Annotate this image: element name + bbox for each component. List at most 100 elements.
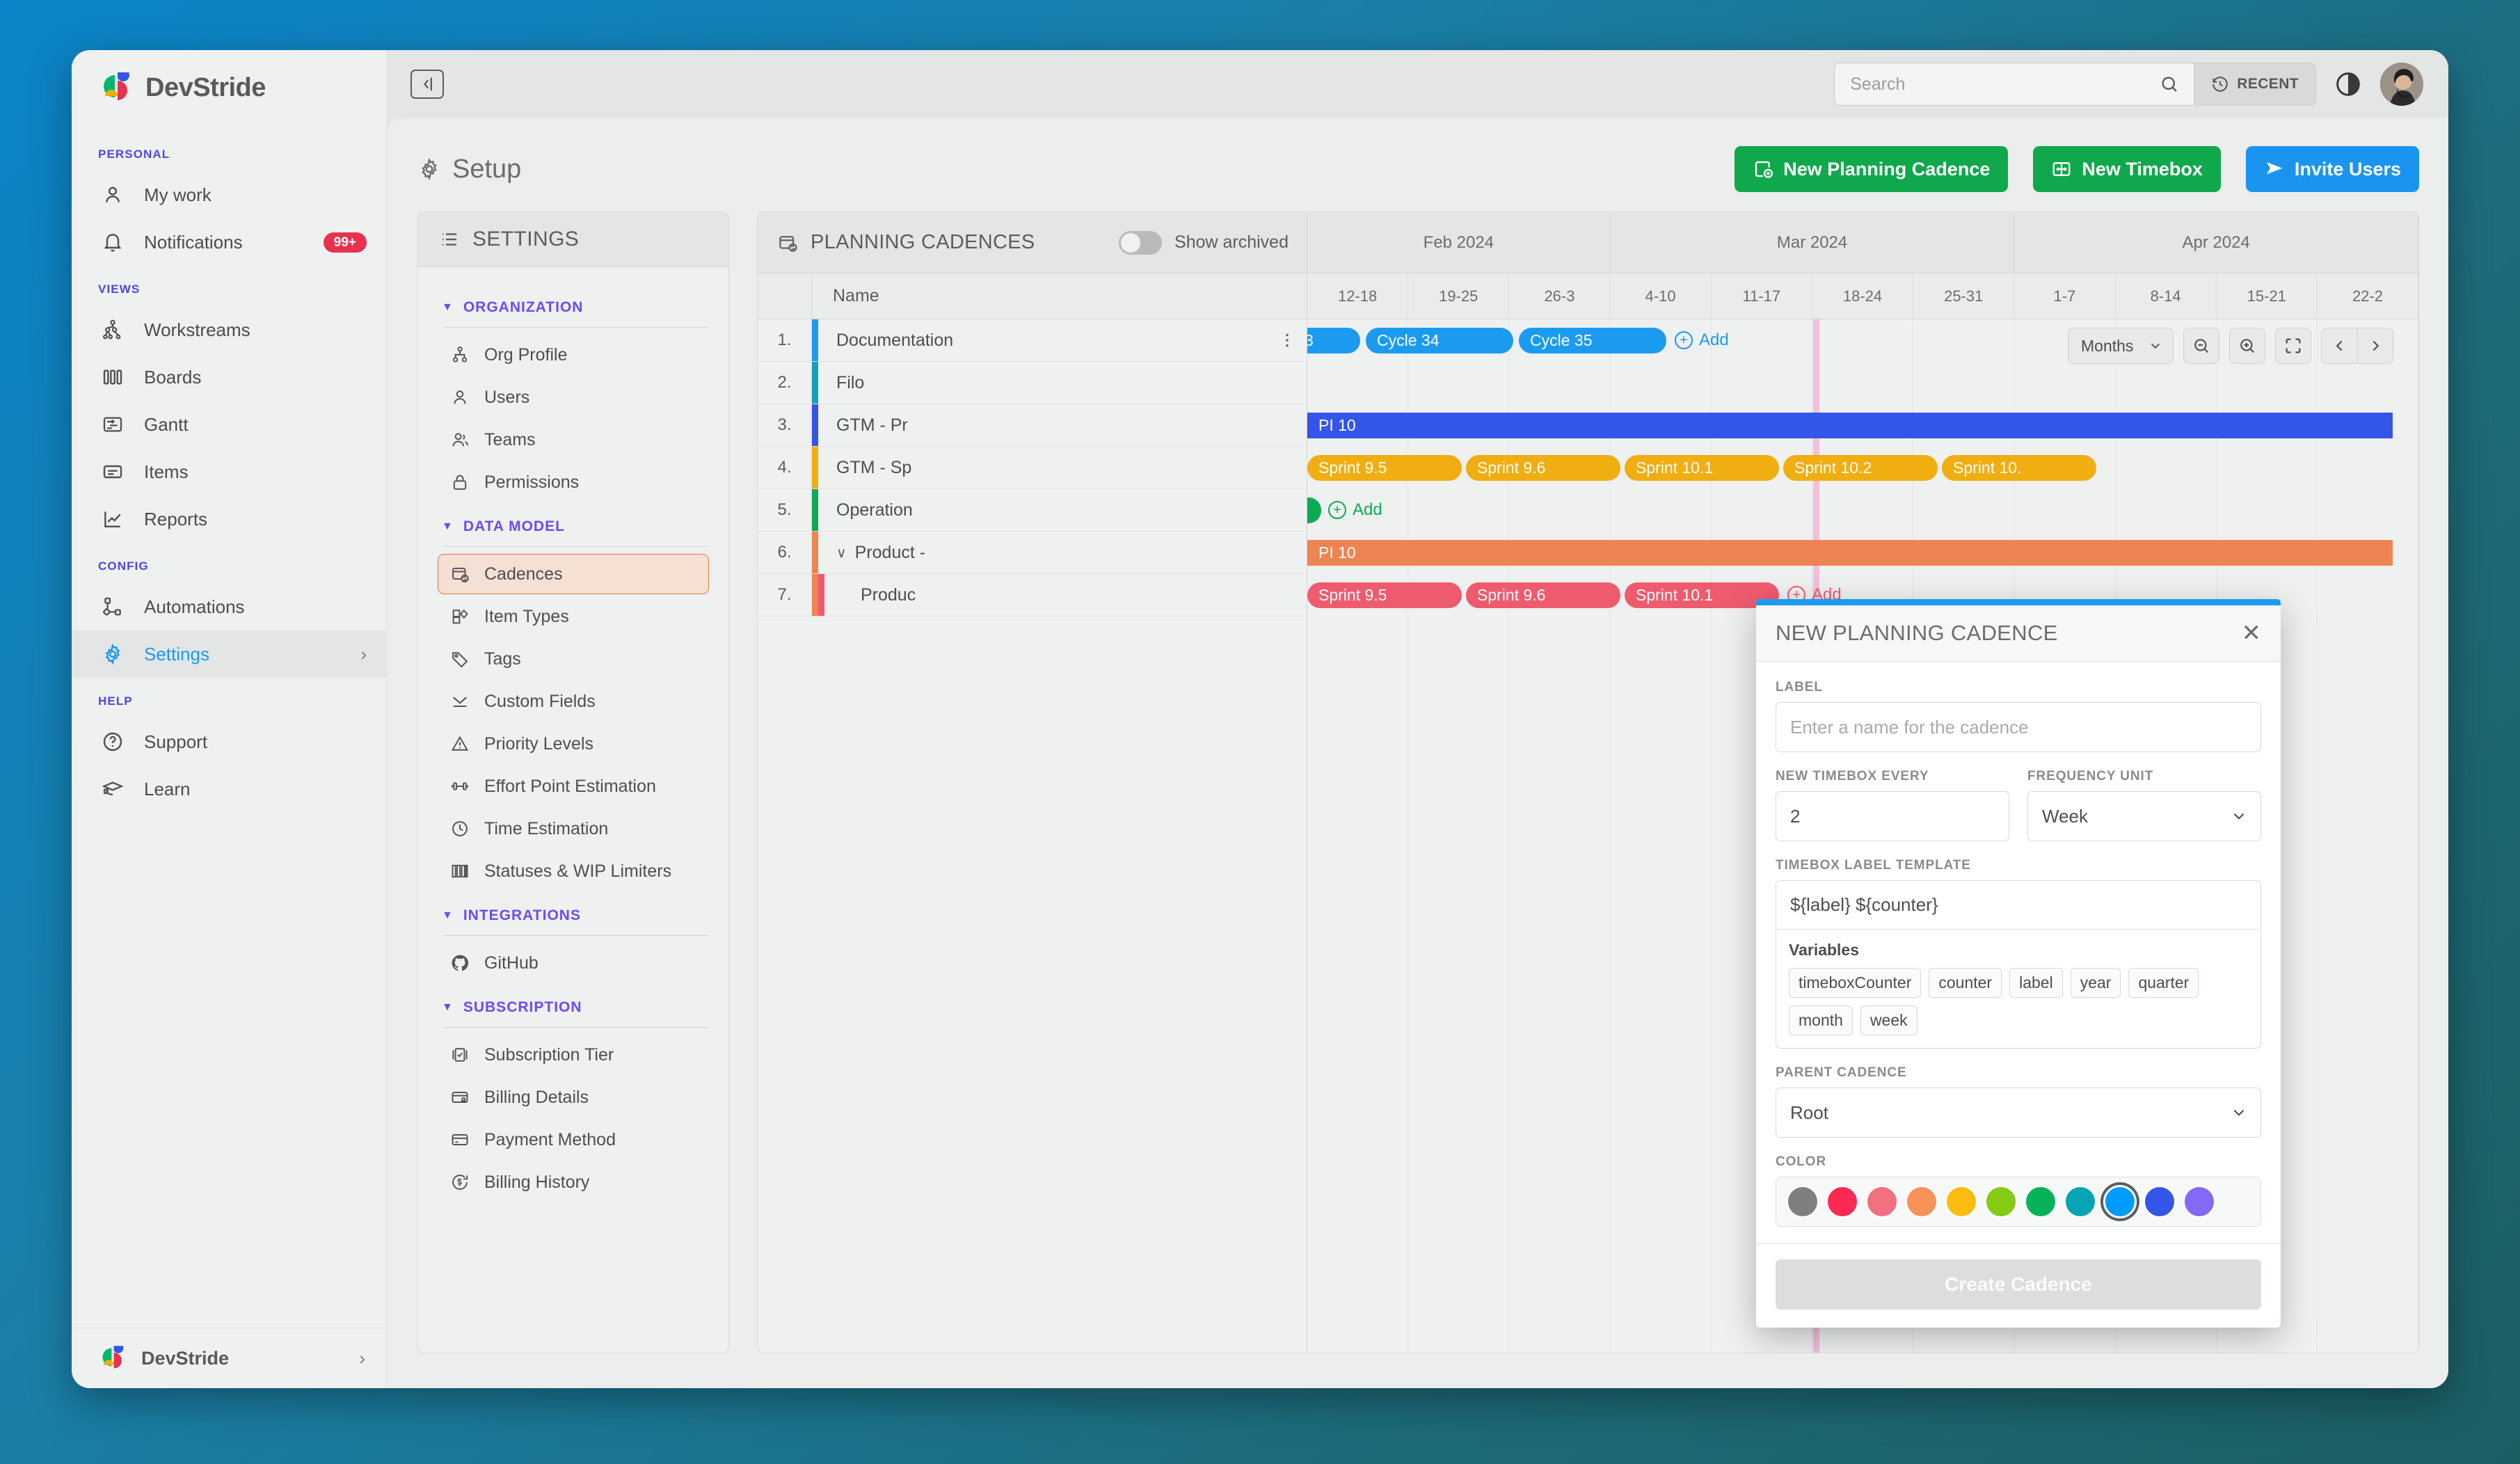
- sidebar-item-reports[interactable]: Reports: [72, 495, 386, 543]
- timeline-bar[interactable]: PI 10: [1307, 540, 2393, 566]
- sidebar-item-learn[interactable]: Learn: [72, 765, 386, 813]
- settings-group-data-model[interactable]: ▼ DATA MODEL: [438, 504, 709, 542]
- zoom-level-select[interactable]: Months: [2068, 328, 2174, 364]
- create-cadence-button[interactable]: Create Cadence: [1776, 1259, 2261, 1310]
- sidebar-item-workstreams[interactable]: Workstreams: [72, 306, 386, 353]
- sidebar-item-support[interactable]: Support: [72, 718, 386, 765]
- workspace-switcher[interactable]: DevStride ›: [72, 1328, 386, 1388]
- color-swatch[interactable]: [1984, 1185, 2018, 1218]
- frequency-unit-select[interactable]: Week: [2027, 791, 2261, 841]
- variable-chip[interactable]: counter: [1929, 968, 2002, 998]
- sidebar-item-automations[interactable]: Automations: [72, 583, 386, 630]
- settings-item-custom-fields[interactable]: Custom Fields: [438, 681, 709, 722]
- color-swatch[interactable]: [2183, 1185, 2216, 1218]
- collapse-sidebar-button[interactable]: [410, 70, 444, 99]
- sidebar-item-items[interactable]: Items: [72, 448, 386, 495]
- variable-chip[interactable]: week: [1860, 1005, 1917, 1035]
- settings-item-priority-levels[interactable]: Priority Levels: [438, 724, 709, 764]
- color-swatch[interactable]: [2064, 1185, 2097, 1218]
- zoom-in-button[interactable]: [2229, 328, 2265, 364]
- timeline-bar[interactable]: Sprint 9.5: [1307, 455, 1462, 481]
- timeline-bar[interactable]: PI 10: [1307, 413, 2393, 438]
- color-swatch[interactable]: [1865, 1185, 1899, 1218]
- table-row[interactable]: 4.GTM - Sp: [758, 447, 1307, 489]
- timebox-every-input[interactable]: [1776, 791, 2009, 841]
- color-swatch[interactable]: [2024, 1185, 2057, 1218]
- cadence-label-input[interactable]: [1776, 702, 2261, 752]
- timeline-bar[interactable]: Sprint 9.5: [1307, 582, 1462, 608]
- color-swatch[interactable]: [1905, 1185, 1938, 1218]
- add-timebox-link[interactable]: +Add: [1675, 331, 1729, 350]
- previous-period-button[interactable]: [2321, 328, 2357, 364]
- settings-group-organization[interactable]: ▼ ORGANIZATION: [438, 285, 709, 323]
- table-row[interactable]: 3.GTM - Pr: [758, 404, 1307, 447]
- table-row[interactable]: 2.Filo: [758, 362, 1307, 404]
- color-swatch[interactable]: [2143, 1185, 2176, 1218]
- timeline-bar[interactable]: Cycle 34: [1366, 328, 1513, 353]
- user-avatar[interactable]: [2380, 63, 2423, 106]
- variable-chip[interactable]: timeboxCounter: [1789, 968, 1921, 998]
- invite-users-button[interactable]: Invite Users: [2246, 146, 2419, 192]
- settings-item-statuses-wip[interactable]: Statuses & WIP Limiters: [438, 851, 709, 891]
- new-planning-cadence-button[interactable]: New Planning Cadence: [1735, 146, 2008, 192]
- new-timebox-button[interactable]: New Timebox: [2033, 146, 2221, 192]
- sidebar-item-settings[interactable]: Settings ›: [72, 630, 386, 678]
- settings-item-item-types[interactable]: Item Types: [438, 596, 709, 637]
- search-box[interactable]: [1835, 63, 2194, 105]
- table-row[interactable]: 5.Operation: [758, 489, 1307, 532]
- parent-cadence-select[interactable]: Root: [1776, 1088, 2261, 1138]
- variable-chip[interactable]: label: [2009, 968, 2063, 998]
- color-swatch[interactable]: [1786, 1185, 1819, 1218]
- sidebar-item-notifications[interactable]: Notifications 99+: [72, 218, 386, 266]
- settings-item-cadences[interactable]: Cadences: [438, 554, 709, 594]
- expand-caret-icon[interactable]: ∨: [836, 544, 847, 562]
- settings-group-integrations[interactable]: ▼ INTEGRATIONS: [438, 893, 709, 931]
- settings-item-org-profile[interactable]: Org Profile: [438, 335, 709, 375]
- variable-chip[interactable]: year: [2071, 968, 2121, 998]
- color-swatch[interactable]: [1945, 1185, 1978, 1218]
- settings-item-permissions[interactable]: Permissions: [438, 462, 709, 502]
- settings-item-payment-method[interactable]: Payment Method: [438, 1120, 709, 1160]
- settings-group-subscription[interactable]: ▼ SUBSCRIPTION: [438, 985, 709, 1023]
- next-period-button[interactable]: [2357, 328, 2393, 364]
- timeline-bar[interactable]: Sprint 9.6: [1466, 582, 1620, 608]
- table-row[interactable]: 1.Documentation: [758, 319, 1307, 362]
- color-swatch[interactable]: [2103, 1185, 2137, 1218]
- timeline-bar[interactable]: Sprint 9.6: [1466, 455, 1620, 481]
- settings-item-subscription-tier[interactable]: Subscription Tier: [438, 1035, 709, 1075]
- row-menu-button[interactable]: [1268, 319, 1307, 361]
- color-swatch[interactable]: [1826, 1185, 1859, 1218]
- timeline-bar[interactable]: Sprint 10.2: [1783, 455, 1938, 481]
- timeline-bar[interactable]: Cycle 35: [1519, 328, 1666, 353]
- table-row[interactable]: 7.Produc: [758, 574, 1307, 616]
- contrast-toggle-button[interactable]: [2330, 66, 2366, 102]
- sidebar-item-boards[interactable]: Boards: [72, 353, 386, 401]
- settings-item-teams[interactable]: Teams: [438, 420, 709, 460]
- template-input[interactable]: [1776, 881, 2260, 930]
- settings-item-tags[interactable]: Tags: [438, 639, 709, 679]
- recent-button[interactable]: RECENT: [2194, 63, 2315, 105]
- sidebar: DevStride PERSONAL My work Notifications…: [72, 50, 387, 1388]
- timeline-bar[interactable]: 3: [1307, 328, 1360, 353]
- settings-item-time-estimation[interactable]: Time Estimation: [438, 809, 709, 849]
- sidebar-item-gantt[interactable]: Gantt: [72, 401, 386, 448]
- table-row[interactable]: 6.∨Product -: [758, 532, 1307, 574]
- settings-item-users[interactable]: Users: [438, 377, 709, 417]
- search-input[interactable]: [1850, 74, 2152, 95]
- zoom-out-button[interactable]: [2183, 328, 2219, 364]
- timeline-bar[interactable]: Sprint 10.1: [1625, 455, 1779, 481]
- add-timebox-link[interactable]: +Add: [1328, 500, 1382, 520]
- close-icon[interactable]: ✕: [2242, 621, 2262, 645]
- variable-chip[interactable]: month: [1789, 1005, 1853, 1035]
- settings-item-effort-point-estimation[interactable]: Effort Point Estimation: [438, 766, 709, 806]
- settings-item-billing-details[interactable]: Billing Details: [438, 1077, 709, 1117]
- fit-screen-button[interactable]: [2275, 328, 2311, 364]
- settings-item-github[interactable]: GitHub: [438, 943, 709, 983]
- page-title: Setup: [452, 154, 521, 184]
- timeline-bar[interactable]: Sprint 10.: [1942, 455, 2096, 481]
- parent-cadence-block: PARENT CADENCE Root: [1776, 1065, 2261, 1138]
- variable-chip[interactable]: quarter: [2128, 968, 2199, 998]
- show-archived-toggle[interactable]: [1119, 231, 1162, 255]
- settings-item-billing-history[interactable]: Billing History: [438, 1162, 709, 1202]
- sidebar-item-my-work[interactable]: My work: [72, 171, 386, 218]
